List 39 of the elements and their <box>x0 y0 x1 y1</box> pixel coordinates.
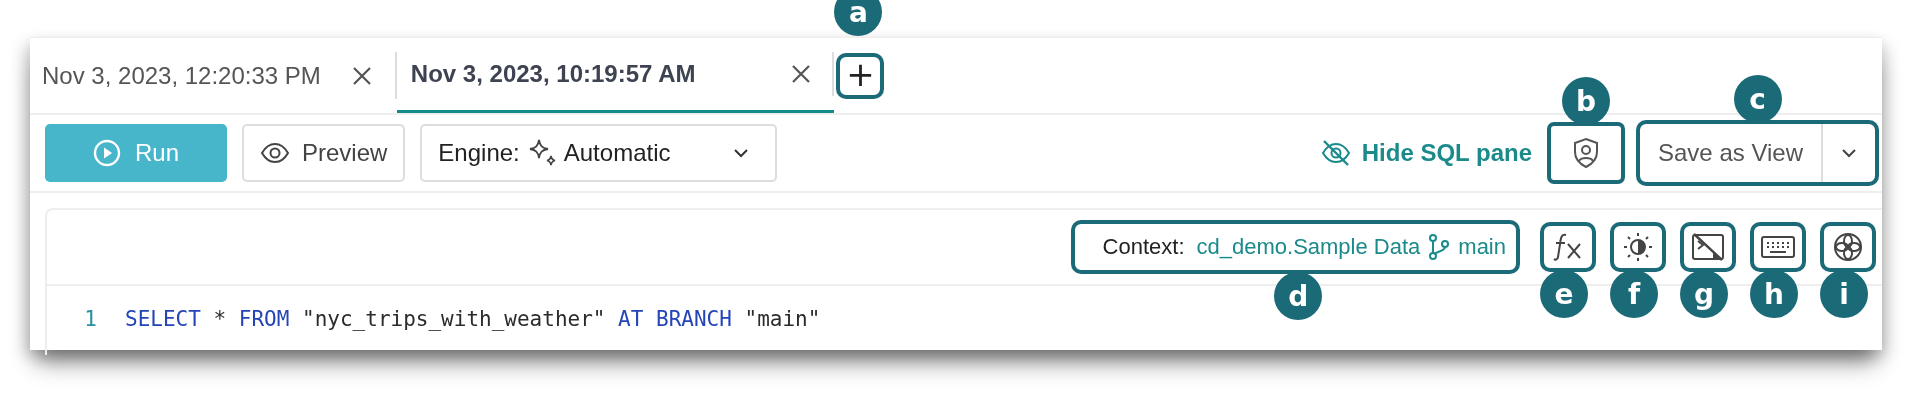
function-icon <box>1552 232 1584 262</box>
shield-user-icon <box>1572 137 1600 169</box>
chevron-icon <box>733 148 750 158</box>
callout-badge: b <box>1562 77 1610 125</box>
callout-badge: f <box>1610 270 1658 318</box>
hide-sql-pane-link[interactable]: Hide SQL pane <box>1319 139 1532 167</box>
brightness-icon <box>1622 231 1654 263</box>
chevron-icon <box>1841 148 1857 158</box>
flower-icon <box>1832 231 1864 263</box>
keyboard-icon <box>1760 234 1796 260</box>
code-line: SELECT * FROM "nyc_trips_with_weather" AT BRANCH "main" <box>125 307 821 331</box>
eye-off-icon <box>1319 139 1352 167</box>
query-tab[interactable]: Nov 3, 2023, 10:19:57 AM <box>396 52 835 113</box>
preview-button[interactable]: Preview <box>242 124 406 182</box>
editor-tool-button[interactable] <box>1542 224 1594 270</box>
new-tab-button[interactable]: + <box>838 54 883 97</box>
line-number: 1 <box>83 307 98 331</box>
editor-tool-button[interactable] <box>1682 224 1734 270</box>
callout-badge: e <box>1540 270 1588 318</box>
engine-dropdown[interactable]: Engine: Automatic <box>420 124 778 182</box>
privacy-button[interactable] <box>1549 124 1623 182</box>
editor-tool-button[interactable] <box>1612 224 1664 270</box>
branch-icon <box>1428 234 1451 260</box>
callout-badge: h <box>1750 270 1798 318</box>
callout-badge: i <box>1820 270 1868 318</box>
close-icon[interactable] <box>790 63 813 85</box>
callout-badge: a <box>834 0 883 36</box>
editor-tool-button[interactable] <box>1822 224 1874 270</box>
editor-tool-button[interactable] <box>1752 224 1804 270</box>
sparkle-icon <box>527 138 558 168</box>
context-selector[interactable]: Context: cd_demo.Sample Data main <box>1072 222 1518 272</box>
terminal-off-icon <box>1691 232 1725 262</box>
callout-badge: c <box>1733 75 1782 123</box>
play-icon <box>93 139 121 167</box>
callout-badge: d <box>1274 272 1323 320</box>
callout-badge: g <box>1680 270 1728 318</box>
query-tab[interactable]: Nov 3, 2023, 12:20:33 PM <box>30 52 397 99</box>
eye-icon <box>260 142 290 164</box>
close-icon[interactable] <box>350 64 373 87</box>
